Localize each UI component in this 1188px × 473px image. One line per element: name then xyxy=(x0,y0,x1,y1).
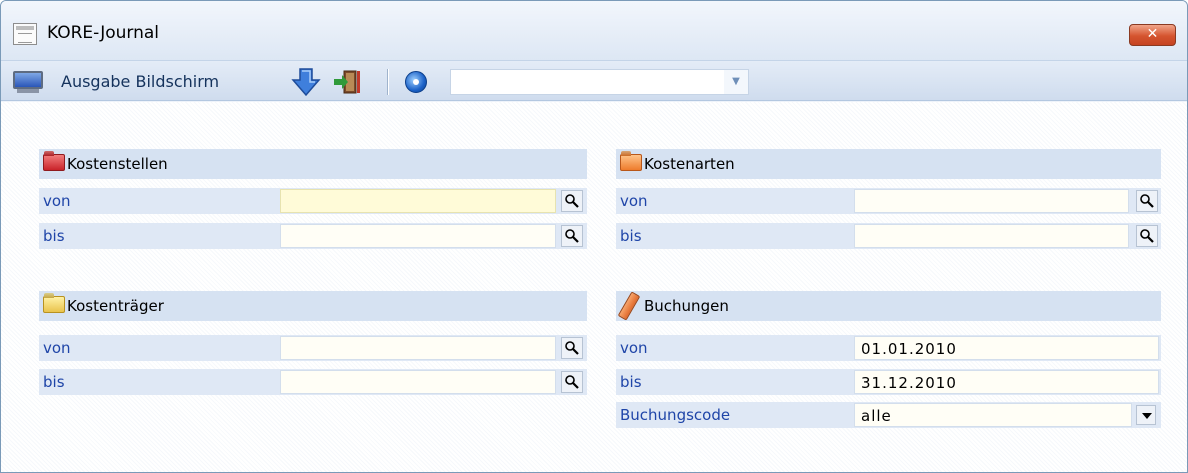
buchungscode-label: Buchungscode xyxy=(620,406,731,424)
kostenstellen-bis-label: bis xyxy=(43,227,65,245)
section-buchungen: Buchungen xyxy=(616,291,1161,321)
kostenarten-von-field[interactable] xyxy=(854,189,1129,213)
kostenarten-bis-row: bis xyxy=(616,223,1161,249)
section-kostenarten: Kostenarten xyxy=(616,149,1161,179)
buchungen-bis-field[interactable]: 31.12.2010 xyxy=(854,370,1159,394)
disc-icon[interactable] xyxy=(405,71,427,93)
kostentraeger-von-label: von xyxy=(43,339,71,357)
magnifier-icon[interactable] xyxy=(1136,190,1158,212)
output-screen-button[interactable]: Ausgabe Bildschirm xyxy=(61,72,219,91)
magnifier-icon[interactable] xyxy=(561,337,583,359)
kostenarten-bis-label: bis xyxy=(620,227,642,245)
kore-journal-window: KORE-Journal ✕ Ausgabe Bildschirm ▼ Kost… xyxy=(0,0,1188,473)
exit-door-icon[interactable] xyxy=(332,69,362,95)
buchungscode-value: alle xyxy=(861,407,892,425)
kostentraeger-von-row: von xyxy=(39,335,587,361)
folder-red-icon xyxy=(43,154,65,171)
toolbar: Ausgabe Bildschirm ▼ xyxy=(1,61,1187,101)
section-kostenarten-title: Kostenarten xyxy=(644,155,735,173)
window-title: KORE-Journal xyxy=(47,23,160,43)
buchungen-bis-row: bis 31.12.2010 xyxy=(616,369,1161,395)
kostentraeger-von-field[interactable] xyxy=(280,336,556,360)
buchungen-von-value: 01.01.2010 xyxy=(861,340,957,358)
kostenstellen-von-field[interactable] xyxy=(280,189,556,213)
magnifier-icon[interactable] xyxy=(561,225,583,247)
buchungen-code-row: Buchungscode alle xyxy=(616,402,1161,428)
kostentraeger-bis-label: bis xyxy=(43,373,65,391)
kostentraeger-bis-field[interactable] xyxy=(280,370,556,394)
section-kostentraeger-title: Kostenträger xyxy=(67,297,164,315)
kostenstellen-bis-field[interactable] xyxy=(280,224,556,248)
content-area: Kostenstellen von bis Kostenarten von bi… xyxy=(1,102,1187,472)
buchungscode-select[interactable]: alle xyxy=(854,403,1132,427)
buchungen-von-field[interactable]: 01.01.2010 xyxy=(854,336,1159,360)
kostenstellen-bis-row: bis xyxy=(39,223,587,249)
kostenstellen-von-label: von xyxy=(43,192,71,210)
buchungen-von-label: von xyxy=(620,339,648,357)
pencil-icon xyxy=(617,291,641,321)
section-kostentraeger: Kostenträger xyxy=(39,291,587,321)
magnifier-icon[interactable] xyxy=(561,190,583,212)
kostenarten-bis-field[interactable] xyxy=(854,224,1129,248)
toolbar-separator xyxy=(387,69,389,95)
buchungen-von-row: von 01.01.2010 xyxy=(616,335,1161,361)
chevron-down-icon[interactable]: ▼ xyxy=(724,70,748,94)
buchungen-bis-label: bis xyxy=(620,373,642,391)
magnifier-icon[interactable] xyxy=(561,371,583,393)
magnifier-icon[interactable] xyxy=(1136,225,1158,247)
download-arrow-icon[interactable] xyxy=(291,67,321,97)
chevron-down-icon[interactable] xyxy=(1136,405,1156,425)
kostentraeger-bis-row: bis xyxy=(39,369,587,395)
window-icon xyxy=(13,23,37,45)
kostenarten-von-row: von xyxy=(616,188,1161,214)
monitor-icon[interactable] xyxy=(13,71,43,93)
section-kostenstellen-title: Kostenstellen xyxy=(67,155,168,173)
section-kostenstellen: Kostenstellen xyxy=(39,149,587,179)
folder-orange-icon xyxy=(620,154,642,171)
close-button[interactable]: ✕ xyxy=(1129,24,1176,46)
toolbar-combo[interactable]: ▼ xyxy=(450,69,749,95)
kostenarten-von-label: von xyxy=(620,192,648,210)
folder-yellow-icon xyxy=(43,296,65,313)
kostenstellen-von-row: von xyxy=(39,188,587,214)
buchungen-bis-value: 31.12.2010 xyxy=(861,374,957,392)
title-bar: KORE-Journal ✕ xyxy=(1,1,1187,61)
section-buchungen-title: Buchungen xyxy=(644,297,729,315)
